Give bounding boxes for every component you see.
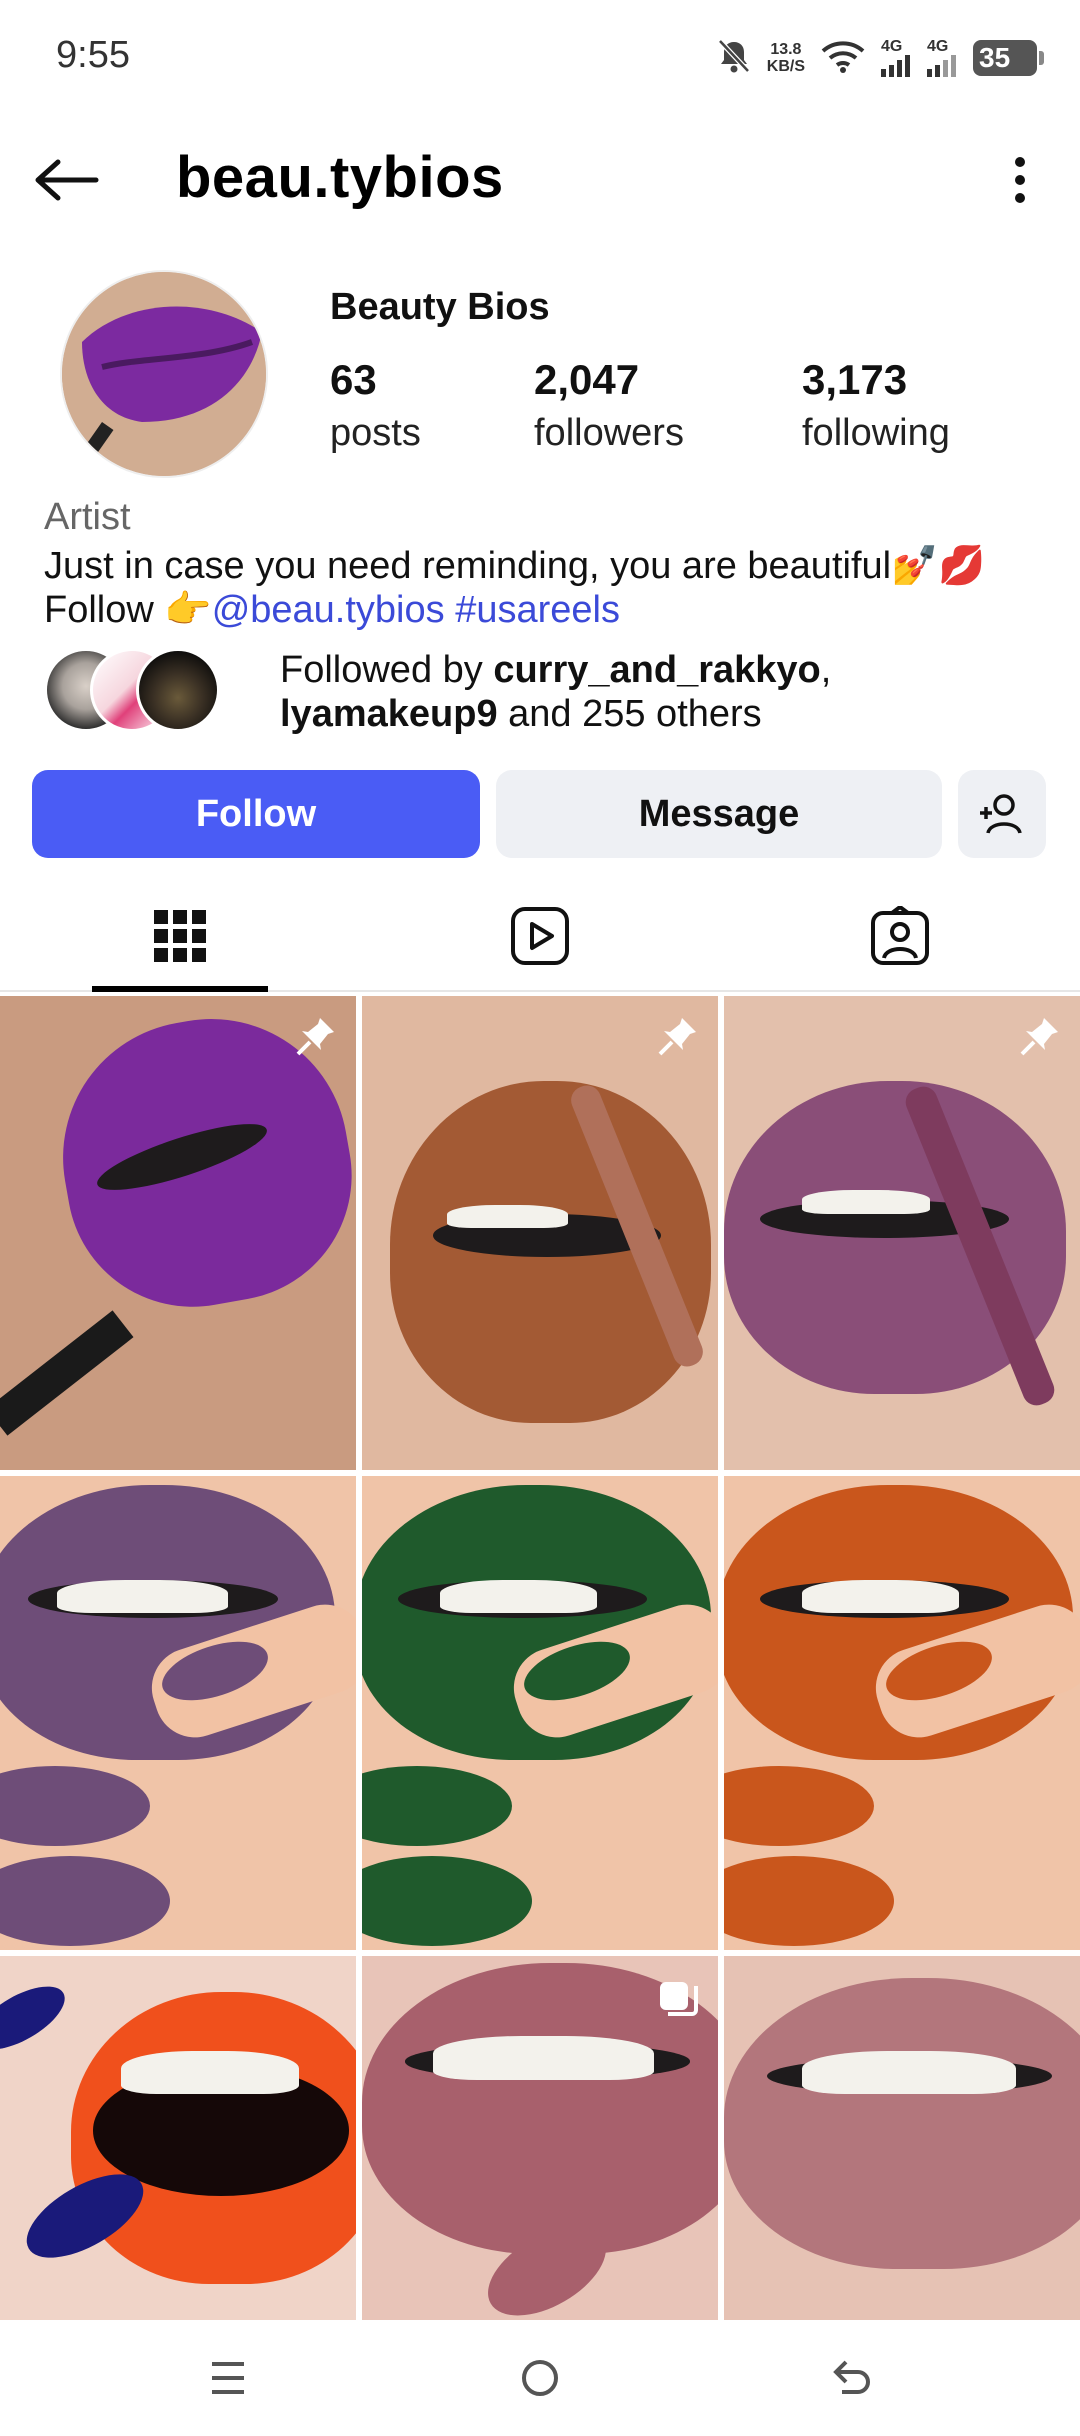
stat-followers[interactable]: 2,047 followers [534,356,684,455]
system-back-button[interactable] [812,2346,892,2410]
follow-button[interactable]: Follow [32,770,480,858]
recent-apps-button[interactable] [188,2346,268,2410]
post-thumbnail[interactable] [724,1476,1080,1950]
status-icons: 13.8 KB/S 4G 4G 35 [717,30,1044,86]
stat-following-value: 3,173 [802,356,908,403]
post-thumbnail[interactable] [362,1476,718,1950]
followed-by-separator: , [820,649,832,691]
post-thumbnail[interactable] [362,996,718,1470]
follower-avatar [136,648,220,732]
profile-category: Artist [44,496,131,538]
followed-by-suffix: and 255 others [497,693,762,735]
post-thumbnail[interactable] [724,1956,1080,2320]
net-speed-unit: KB/S [766,58,805,75]
profile-avatar[interactable] [60,270,268,478]
grid-icon [154,910,206,962]
followed-by-prefix: Followed by [280,649,494,691]
status-bar: 9:55 13.8 KB/S 4G 4G 35 [0,0,1080,120]
bio-hashtag-link[interactable]: #usareels [455,589,620,631]
menu-icon [212,2362,244,2394]
pin-icon [658,1018,696,1056]
avatar-image [62,272,266,476]
tab-reels[interactable] [360,880,720,992]
stat-posts[interactable]: 63 posts [330,356,421,455]
home-button[interactable] [500,2346,580,2410]
status-time: 9:55 [56,34,130,76]
back-button[interactable] [30,150,104,210]
arrow-left-icon [35,159,99,201]
tab-posts-grid[interactable] [0,880,360,992]
stat-following-label: following [802,412,950,454]
bio-mention-link[interactable]: @beau.tybios [212,589,445,631]
signal-1: 4G [881,39,911,77]
message-button[interactable]: Message [496,770,942,858]
stat-followers-label: followers [534,412,684,454]
profile-username: beau.tybios [176,145,504,210]
stat-posts-label: posts [330,412,421,454]
pin-icon [296,1018,334,1056]
net-speed: 13.8 KB/S [767,41,805,75]
followed-by-user-1[interactable]: curry_and_rakkyo [493,649,820,691]
signal-2: 4G [927,39,957,77]
home-circle-icon [522,2360,558,2396]
followed-by-user-2[interactable]: lyamakeup9 [280,693,498,735]
suggested-users-button[interactable] [958,770,1046,858]
selected-tab-indicator [92,986,268,992]
signal-icon [927,55,956,77]
tagged-icon [871,906,929,965]
carousel-icon [660,1982,698,2016]
profile-header: beau.tybios [0,130,1080,230]
bell-off-icon [717,38,751,79]
signal-icon [881,55,910,77]
bio-follow-prefix: Follow 👉 [44,589,212,631]
add-user-icon [980,794,1022,834]
signal-2-label: 4G [927,38,949,55]
post-thumbnail[interactable] [724,996,1080,1470]
back-gesture-icon [833,2360,870,2394]
bio-line-2: Follow 👉@beau.tybios #usareels [44,588,1054,632]
wifi-icon [821,39,865,78]
stat-posts-value: 63 [330,356,377,403]
more-options-button[interactable] [1000,148,1040,212]
system-navigation-bar [0,2320,1080,2436]
post-thumbnail[interactable] [0,1956,356,2320]
stat-following[interactable]: 3,173 following [802,356,950,455]
followed-by[interactable]: Followed by curry_and_rakkyo, lyamakeup9… [44,648,1044,736]
post-thumbnail[interactable] [0,1476,356,1950]
tab-tagged[interactable] [720,880,1080,992]
profile-bio: Just in case you need reminding, you are… [44,544,1054,632]
followed-by-text: Followed by curry_and_rakkyo, lyamakeup9… [280,648,831,736]
profile-tabs [0,880,1080,992]
post-thumbnail[interactable] [0,996,356,1470]
battery-level: 35 [973,40,1037,76]
pin-icon [1020,1018,1058,1056]
reels-icon [511,907,569,965]
net-speed-value: 13.8 [770,41,802,58]
profile-display-name: Beauty Bios [330,286,550,328]
signal-1-label: 4G [881,38,903,55]
stat-followers-value: 2,047 [534,356,640,403]
post-thumbnail[interactable] [362,1956,718,2320]
more-vertical-icon [1015,157,1025,203]
battery-icon: 35 [973,40,1044,76]
bio-line-1: Just in case you need reminding, you are… [44,545,986,587]
